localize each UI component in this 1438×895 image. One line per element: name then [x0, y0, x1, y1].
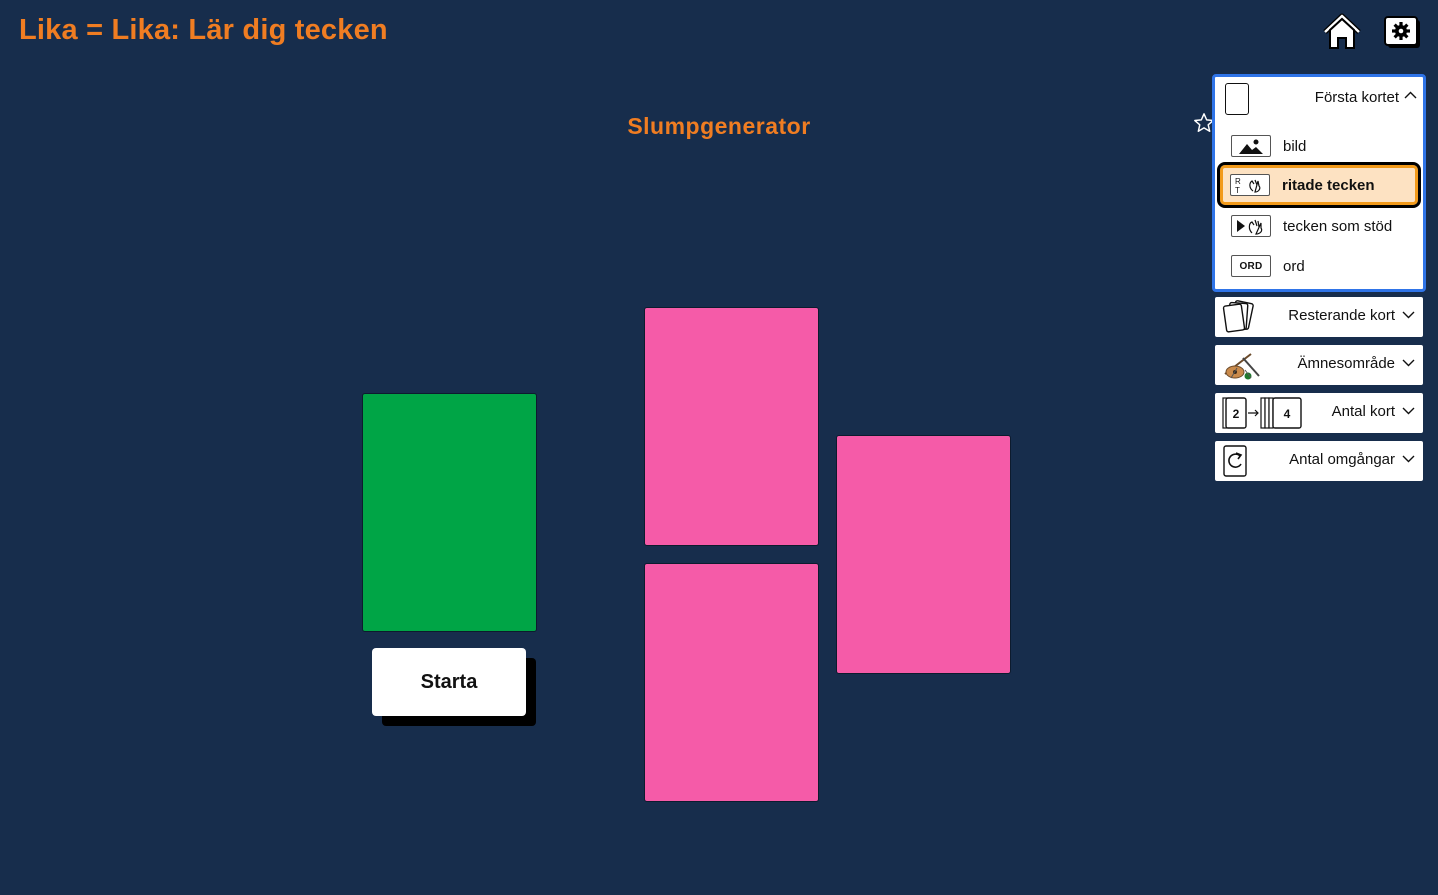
section-label: Antal kort — [1331, 403, 1395, 420]
card-stack-icon — [1221, 300, 1257, 334]
sign-support-icon — [1231, 215, 1271, 237]
rounds-icon — [1221, 444, 1251, 478]
section-label: Resterande kort — [1288, 307, 1395, 324]
option-label: ritade tecken — [1282, 176, 1375, 194]
app-title: Lika = Lika: Lär dig tecken — [19, 14, 388, 46]
section-antal-kort[interactable]: 2 4 Antal kort — [1215, 393, 1423, 433]
home-icon — [1323, 13, 1361, 49]
first-card-panel: Första kortet bild R T ritade tecken tec… — [1212, 74, 1426, 292]
first-card-label: Första kortet — [1314, 89, 1399, 106]
option-tecken-som-stod[interactable]: tecken som stöd — [1221, 207, 1417, 245]
option-label: tecken som stöd — [1283, 217, 1393, 235]
start-button-wrapper: Starta — [372, 648, 536, 726]
start-button[interactable]: Starta — [372, 648, 526, 716]
card-count-to: 4 — [1284, 407, 1291, 421]
section-antal-omgangar[interactable]: Antal omgångar — [1215, 441, 1423, 481]
settings-button[interactable] — [1380, 10, 1424, 54]
first-card — [362, 393, 537, 632]
option-card — [644, 563, 819, 802]
chevron-down-icon — [1402, 455, 1415, 463]
option-card — [836, 435, 1011, 674]
option-ritade-tecken[interactable]: R T ritade tecken — [1217, 162, 1421, 208]
chevron-down-icon — [1402, 359, 1415, 367]
chevron-down-icon — [1402, 407, 1415, 415]
section-label: Ämnesområde — [1297, 355, 1395, 372]
first-card-toggle[interactable]: Första kortet — [1215, 77, 1423, 121]
image-icon — [1231, 135, 1271, 157]
gear-icon — [1384, 16, 1420, 48]
option-bild[interactable]: bild — [1221, 127, 1417, 165]
word-icon-text: ORD — [1239, 260, 1263, 272]
option-label: bild — [1283, 137, 1307, 155]
section-resterande-kort[interactable]: Resterande kort — [1215, 297, 1423, 337]
section-label: Antal omgångar — [1289, 451, 1395, 468]
instruments-icon — [1221, 348, 1263, 382]
svg-text:R: R — [1235, 177, 1241, 186]
option-ord[interactable]: ORD ord — [1221, 247, 1417, 285]
section-amnesomrade[interactable]: Ämnesområde — [1215, 345, 1423, 385]
home-button[interactable] — [1320, 10, 1364, 54]
card-count-from: 2 — [1233, 407, 1240, 421]
svg-text:T: T — [1235, 186, 1240, 194]
drawn-sign-icon: R T — [1230, 174, 1270, 196]
card-count-icon: 2 4 — [1221, 396, 1305, 430]
option-card — [644, 307, 819, 546]
blank-card-icon — [1225, 83, 1249, 115]
word-icon: ORD — [1231, 255, 1271, 277]
chevron-up-icon — [1404, 91, 1417, 99]
option-label: ord — [1283, 257, 1305, 275]
chevron-down-icon — [1402, 311, 1415, 319]
